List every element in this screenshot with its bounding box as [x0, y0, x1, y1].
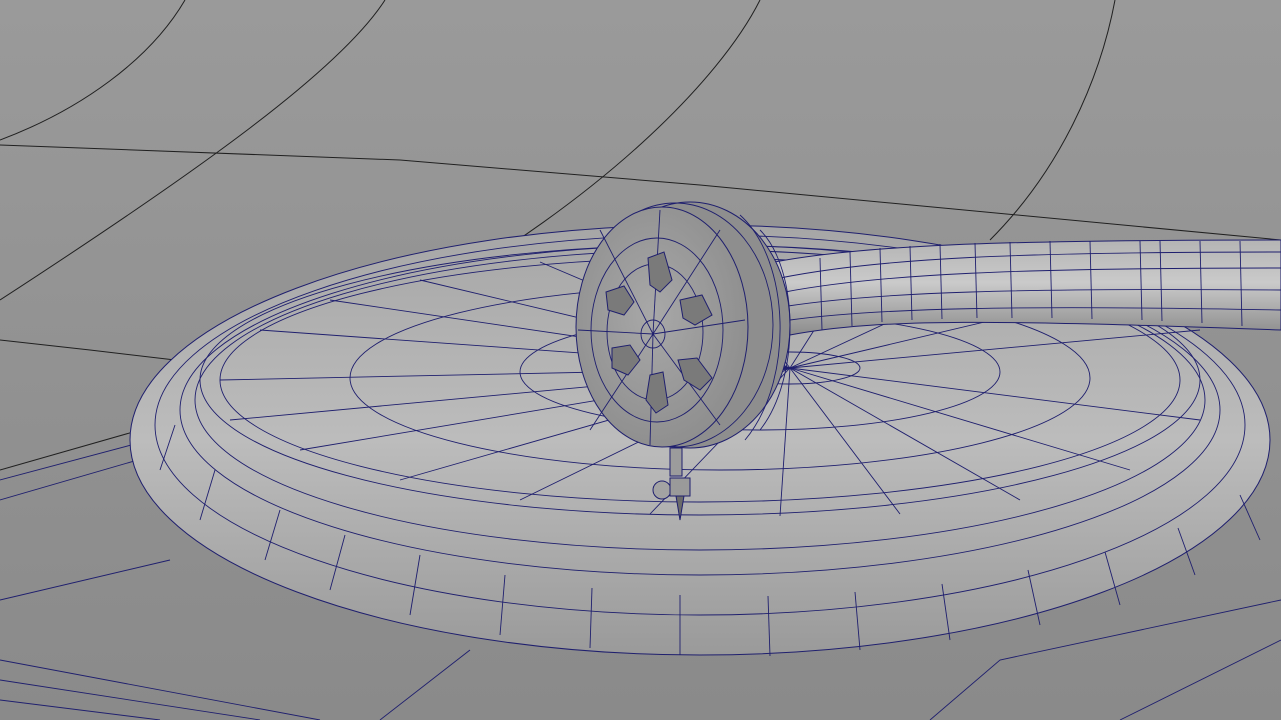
reproducer-soundbox[interactable]: [575, 201, 791, 449]
3d-viewport[interactable]: [0, 0, 1281, 720]
stylus-shaft: [669, 447, 683, 477]
tube-body: [759, 239, 1281, 336]
stylus-screw: [652, 480, 672, 500]
tonearm-tube[interactable]: [759, 239, 1281, 336]
stylus-holder: [669, 477, 691, 497]
soundbox-face: [575, 206, 749, 448]
